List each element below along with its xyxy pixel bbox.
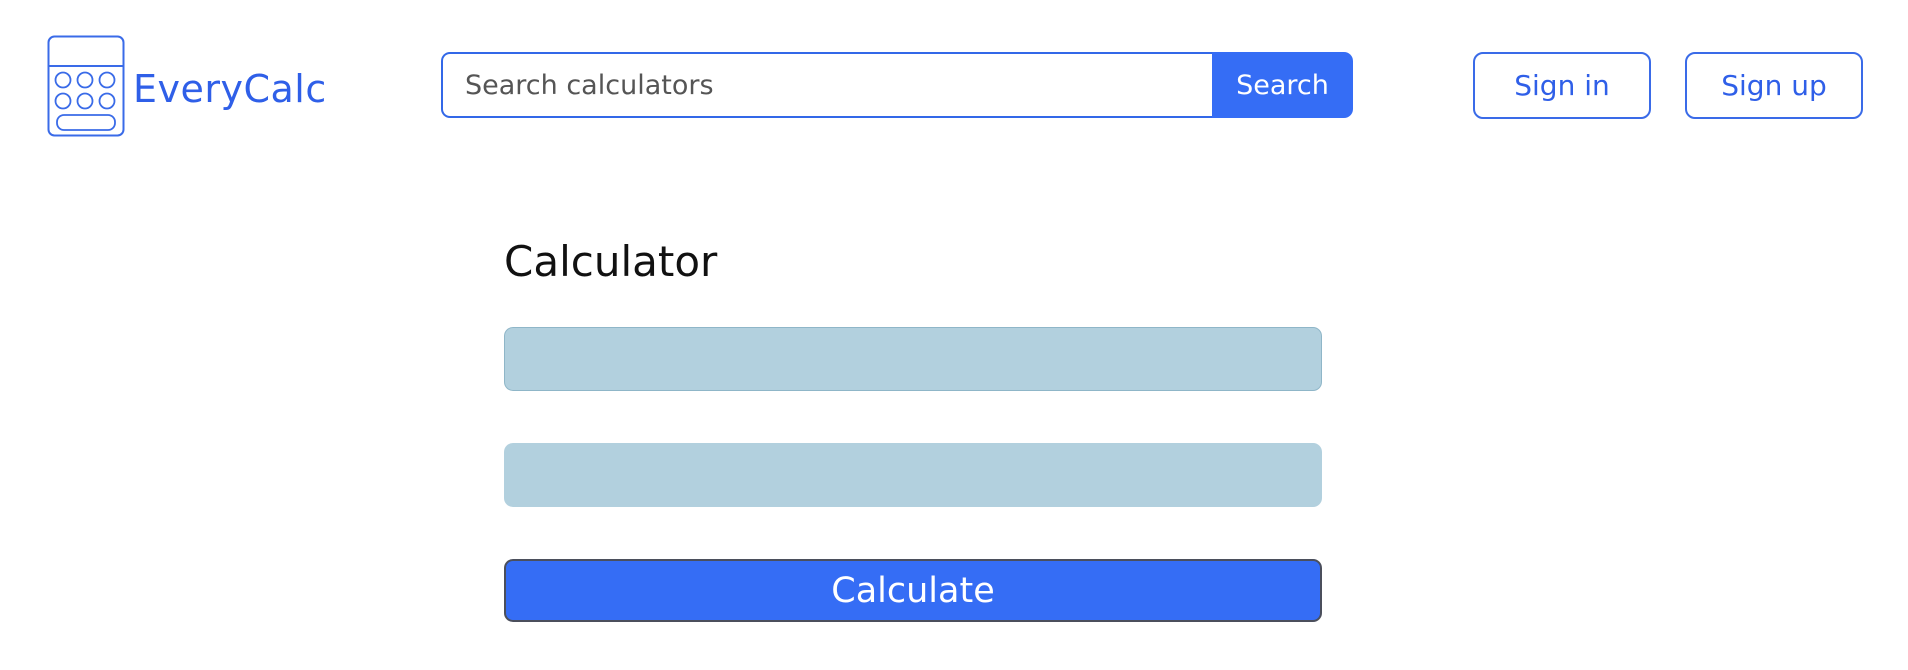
search-button[interactable]: Search [1212,52,1353,118]
calculator-icon [47,35,125,137]
calculate-button[interactable]: Calculate [504,559,1322,622]
calculator-input-1[interactable] [504,327,1322,391]
search-input[interactable] [441,52,1212,118]
search-form: Search [441,52,1353,118]
sign-up-button[interactable]: Sign up [1685,52,1863,119]
calculator-input-2[interactable] [504,443,1322,507]
logo-text: EveryCalc [133,67,327,111]
page-title: Calculator [504,237,718,286]
logo-link[interactable]: EveryCalc [47,35,327,137]
sign-in-button[interactable]: Sign in [1473,52,1651,119]
page: EveryCalc Search Sign in Sign up Calcula… [0,0,1908,670]
